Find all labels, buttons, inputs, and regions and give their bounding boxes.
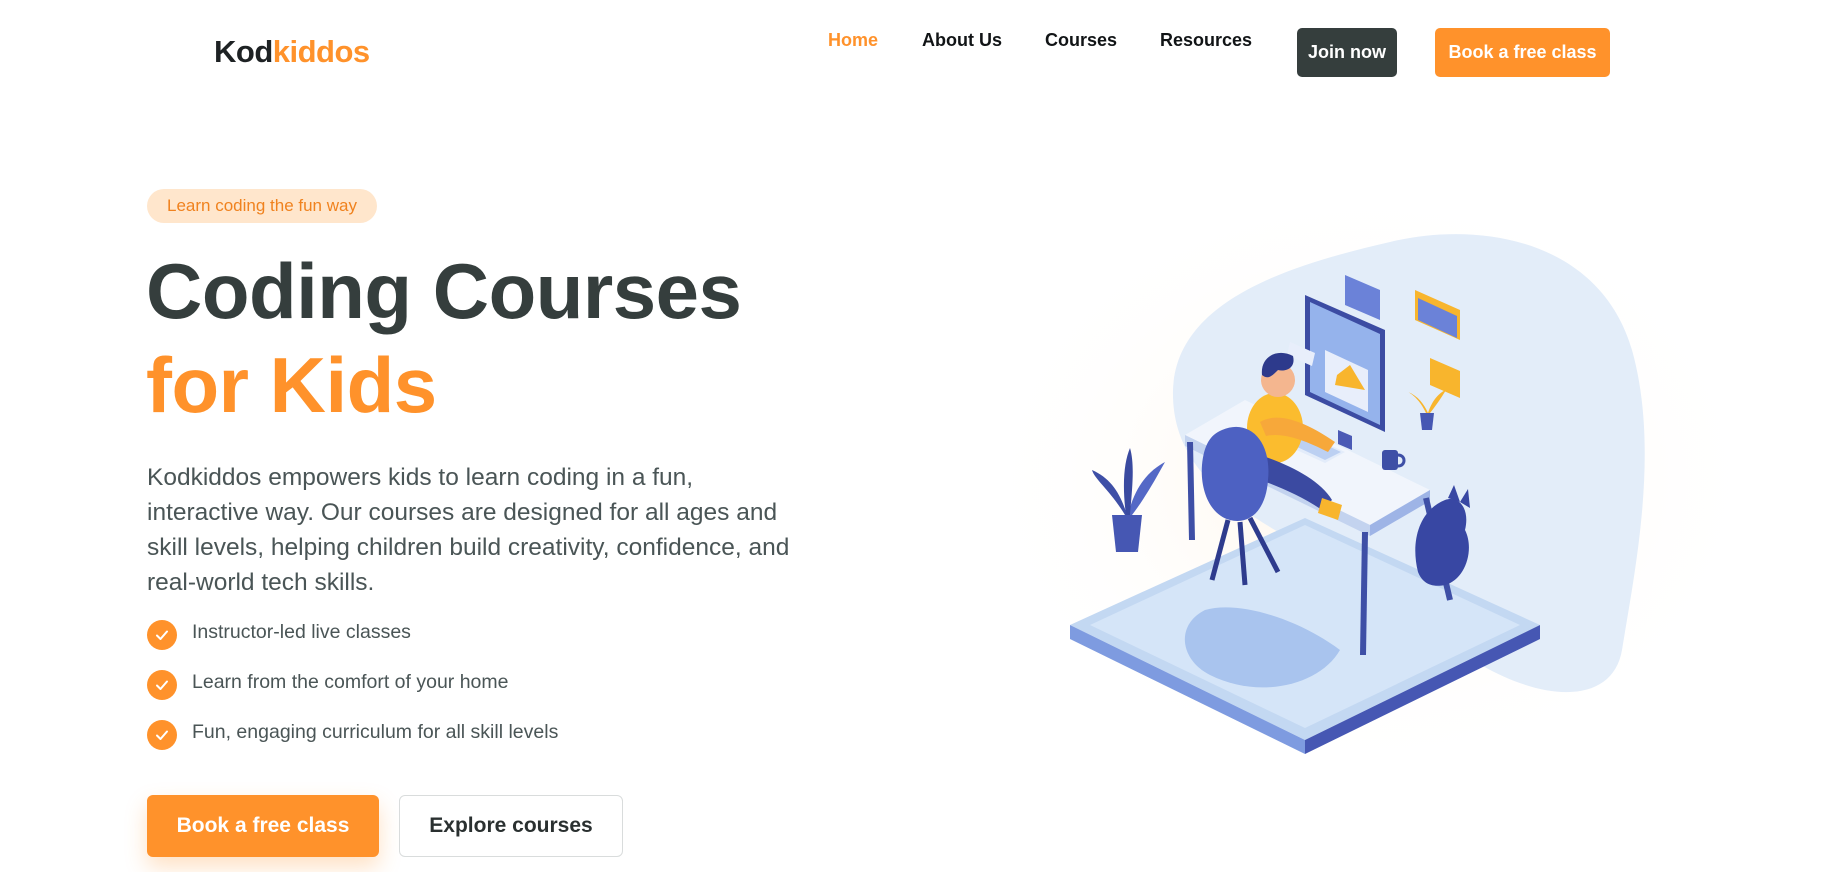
nav-resources[interactable]: Resources [1160,30,1252,54]
feature-text: Learn from the comfort of your home [192,670,509,693]
explore-courses-button[interactable]: Explore courses [399,795,623,857]
feature-text: Fun, engaging curriculum for all skill l… [192,720,559,743]
title-line-1: Coding Courses [146,247,742,335]
feature-text: Instructor-led live classes [192,620,411,643]
join-now-button[interactable]: Join now [1297,28,1397,77]
logo-text-kod: Kod [214,34,273,69]
check-icon [147,620,177,650]
site-header: Kodkiddos Home About Us Courses Resource… [0,0,1835,104]
hero-illustration [960,180,1780,800]
check-icon [147,670,177,700]
book-free-class-header-button[interactable]: Book a free class [1435,28,1610,77]
nav-courses[interactable]: Courses [1045,30,1117,54]
hero-description: Kodkiddos empowers kids to learn coding … [147,464,790,596]
feature-item: Learn from the comfort of your home [147,670,558,700]
nav-about-us[interactable]: About Us [922,30,1002,54]
feature-list: Instructor-led live classes Learn from t… [147,620,558,770]
title-line-2: for Kids [146,341,437,429]
check-icon [147,720,177,750]
feature-item: Fun, engaging curriculum for all skill l… [147,720,558,750]
tagline-badge: Learn coding the fun way [147,189,377,223]
logo-text-kiddos: kiddos [272,34,370,69]
logo[interactable]: Kodkiddos [214,34,370,70]
book-free-class-button[interactable]: Book a free class [147,795,379,857]
nav-home[interactable]: Home [828,30,878,54]
page-title: Coding Courses for Kids [146,244,742,432]
feature-item: Instructor-led live classes [147,620,558,650]
